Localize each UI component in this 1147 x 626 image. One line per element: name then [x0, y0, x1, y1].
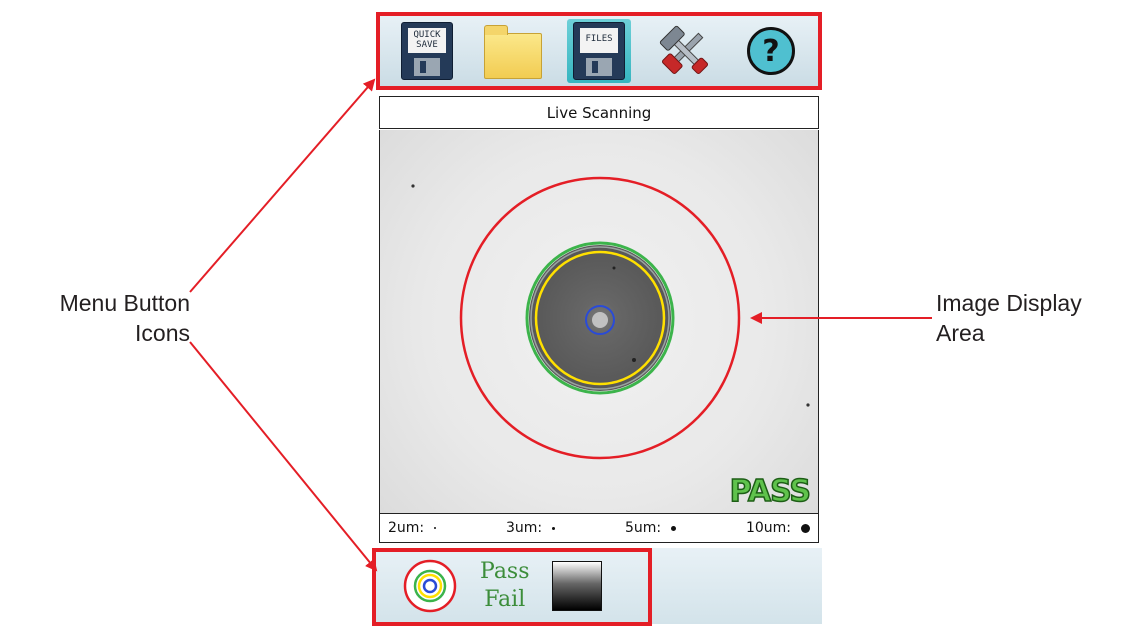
menu-callout-arrow-top	[189, 78, 376, 293]
menu-callout-arrow-bottom	[189, 341, 378, 572]
image-label-line2: Area	[936, 320, 985, 346]
image-display-area-label: Image Display Area	[936, 288, 1147, 348]
menu-button-icons-label: Menu Button Icons	[0, 288, 190, 348]
menu-label-line2: Icons	[135, 320, 190, 346]
image-label-line1: Image Display	[936, 290, 1082, 316]
menu-label-line1: Menu Button	[59, 290, 190, 316]
